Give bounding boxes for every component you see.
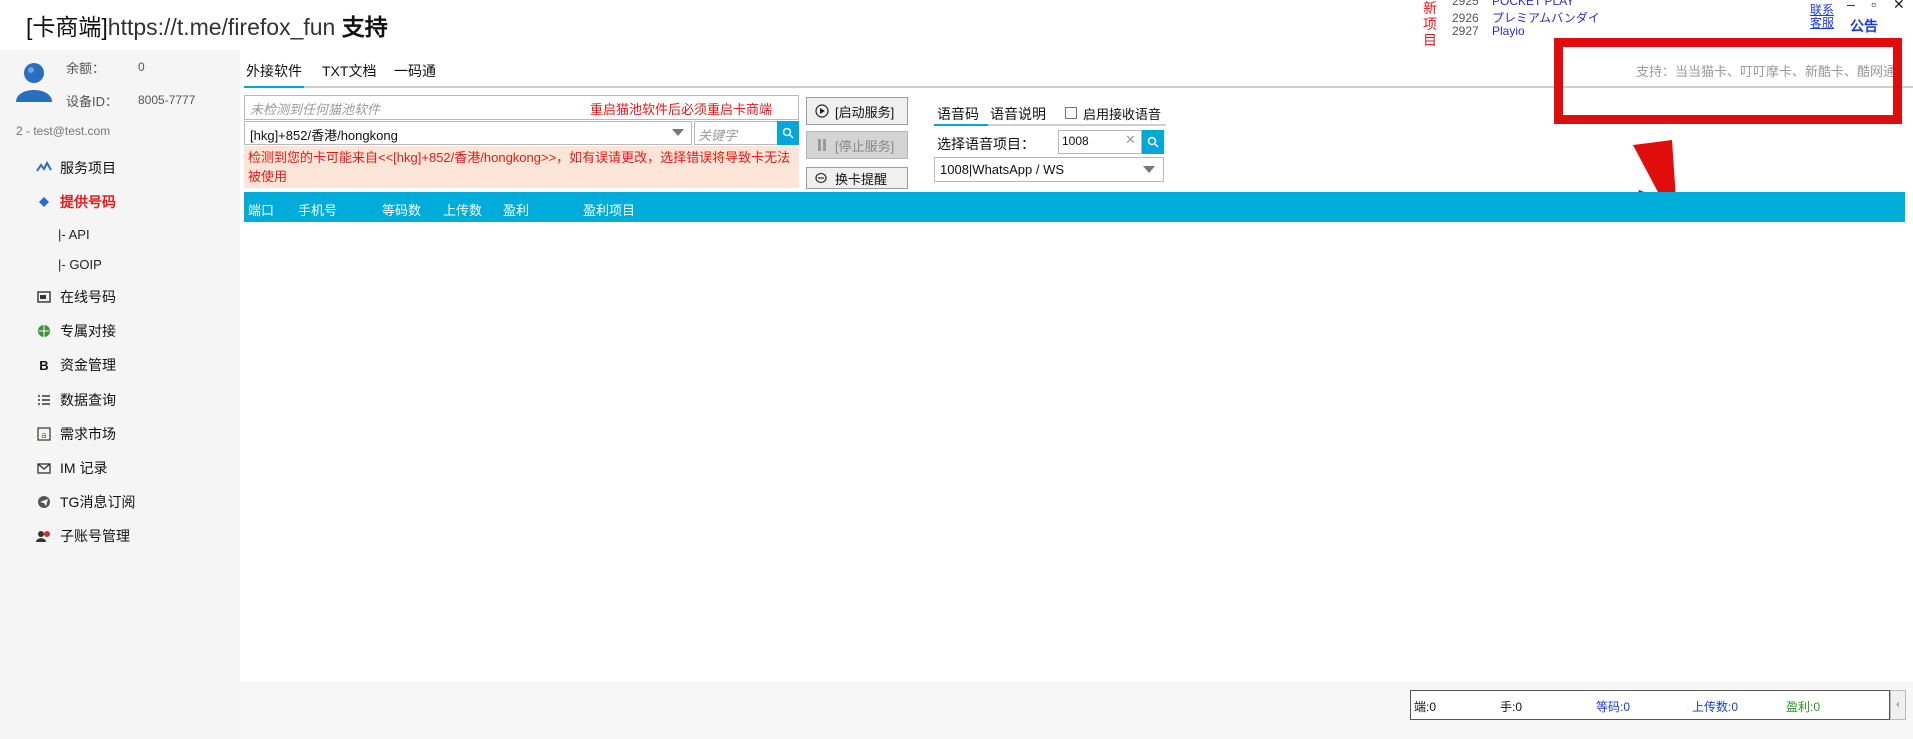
tab-voice-description[interactable]: 语音说明 (990, 104, 1046, 124)
sidebar-item-goip[interactable]: |- GOIP (58, 252, 102, 276)
voice-project-value: 1008|WhatsApp / WS (940, 162, 1065, 177)
status-uploaded-count: 上传数:0 (1692, 700, 1739, 714)
sidebar-item-label: 子账号管理 (60, 528, 130, 544)
restart-warning: 重启猫池软件后必须重启卡商端 (590, 102, 773, 117)
voice-search-button[interactable] (1142, 130, 1164, 154)
telegram-icon (36, 494, 52, 510)
project-item[interactable]: 2927 Playio (1452, 24, 1525, 38)
avatar-icon (14, 60, 54, 102)
tab-active-indicator (244, 86, 304, 88)
status-profit-count: 盈利:0 (1786, 700, 1821, 714)
sidebar-item-demand-market[interactable]: a 需求市场 (36, 422, 116, 446)
column-header-phone[interactable]: 手机号 (298, 200, 337, 219)
contact-support-link[interactable]: 联系客服 (1807, 4, 1837, 30)
swap-card-reminder-button[interactable]: 换卡提醒 (806, 167, 908, 189)
sidebar-item-label: 资金管理 (60, 357, 116, 373)
sidebar-item-label: 提供号码 (60, 194, 116, 210)
sidebar-item-provide-numbers[interactable]: 提供号码 (36, 190, 116, 214)
app-title: [卡商端]https://t.me/firefox_fun 支持 (26, 8, 388, 42)
sidebar-item-label: 数据查询 (60, 392, 116, 408)
globe-icon (36, 323, 52, 339)
diamond-icon (36, 194, 52, 210)
sidebar-item-im-records[interactable]: IM 记录 (36, 456, 107, 480)
tab-voice-code[interactable]: 语音码 (937, 104, 979, 124)
play-icon (815, 104, 829, 118)
sidebar-item-label: 专属对接 (60, 323, 116, 339)
sidebar-item-label: |- GOIP (58, 256, 102, 272)
status-scroll-arrow-icon[interactable]: ‹ (1890, 690, 1906, 720)
restore-button[interactable]: ▫ (1871, 0, 1876, 12)
chevron-down-icon[interactable] (1143, 166, 1155, 174)
list-icon (36, 392, 52, 408)
column-header-waiting[interactable]: 等码数 (382, 200, 421, 219)
software-status-placeholder: 未检测到任何猫池软件 (250, 102, 381, 117)
start-service-button[interactable]: [启动服务] (806, 97, 908, 125)
announcement-link[interactable]: 公告 (1850, 16, 1878, 36)
table-header (244, 192, 1905, 222)
pause-icon (815, 138, 829, 152)
sidebar-item-label: 服务项目 (60, 160, 116, 176)
chevron-down-icon[interactable] (672, 129, 684, 137)
app-support-label: 支持 (341, 14, 388, 40)
column-header-profit[interactable]: 盈利 (503, 200, 529, 219)
voice-search-value: 1008 (1062, 134, 1089, 148)
balance-value: 0 (138, 60, 145, 74)
svg-text:a: a (41, 431, 47, 441)
sidebar-item-exclusive-docking[interactable]: 专属对接 (36, 319, 116, 343)
minimize-button[interactable]: – (1847, 0, 1855, 12)
sidebar-item-tg-subscription[interactable]: TG消息订阅 (36, 490, 135, 514)
mail-icon (36, 460, 52, 476)
sidebar-item-sub-accounts[interactable]: 子账号管理 (36, 524, 130, 548)
highlight-box (1554, 38, 1902, 124)
new-projects-tag: 新项目 (1423, 0, 1437, 48)
users-icon (36, 528, 52, 544)
bitcoin-icon: B (39, 357, 49, 373)
sidebar-item-funds[interactable]: B 资金管理 (36, 353, 116, 377)
sidebar-item-online-numbers[interactable]: 在线号码 (36, 285, 116, 309)
search-icon (1147, 136, 1159, 148)
app-brand: [卡商端] (26, 14, 108, 40)
card-origin-warning: 检测到您的卡可能来自<<[hkg]+852/香港/hongkong>>，如有误请… (244, 146, 799, 188)
status-phone-count: 手:0 (1500, 700, 1523, 714)
sidebar-item-service-projects[interactable]: 服务项目 (36, 156, 116, 180)
tab-one-code[interactable]: 一码通 (394, 61, 436, 81)
column-header-uploaded[interactable]: 上传数 (443, 200, 482, 219)
user-account-line: 2 - test@test.com (16, 124, 111, 138)
clear-icon[interactable]: ✕ (1125, 132, 1136, 148)
sim-icon (36, 289, 52, 305)
tab-external-software[interactable]: 外接软件 (246, 61, 302, 81)
table-body (244, 222, 1905, 682)
column-header-profit-project[interactable]: 盈利项目 (583, 200, 635, 219)
service-icon (36, 160, 52, 176)
search-icon (782, 127, 794, 139)
sidebar-item-label: IM 记录 (60, 460, 108, 476)
voice-project-label: 选择语音项目： (937, 136, 1035, 152)
status-port-count: 端:0 (1414, 700, 1437, 714)
sidebar-item-api[interactable]: |- API (58, 222, 90, 246)
tab-txt-document[interactable]: TXT文档 (322, 61, 376, 81)
sidebar-item-label: |- API (58, 226, 90, 242)
device-id-value: 8005-7777 (138, 93, 196, 107)
bell-icon (815, 171, 829, 185)
region-select-value: [hkg]+852/香港/hongkong (250, 128, 398, 143)
column-header-port[interactable]: 端口 (248, 200, 274, 219)
balance-label: 余额： (66, 61, 106, 76)
app-url: https://t.me/firefox_fun (107, 14, 336, 40)
sidebar-item-data-query[interactable]: 数据查询 (36, 388, 116, 412)
device-id-label: 设备ID： (66, 94, 119, 109)
enable-voice-checkbox[interactable] (1065, 107, 1077, 119)
sidebar-item-label: 在线号码 (60, 289, 116, 305)
enable-voice-label: 启用接收语音 (1083, 107, 1162, 122)
stop-service-button[interactable]: [停止服务] (806, 131, 908, 159)
keyword-placeholder: 关键字 (698, 128, 738, 143)
voice-tab-active-indicator (934, 124, 988, 126)
sidebar-item-label: 需求市场 (60, 426, 116, 442)
market-icon: a (36, 426, 52, 442)
keyword-search-button[interactable] (777, 121, 799, 145)
sidebar-item-label: TG消息订阅 (60, 494, 136, 510)
project-item[interactable]: 2925 POCKET PLAY (1452, 0, 1574, 8)
status-waiting-count: 等码:0 (1596, 700, 1631, 714)
close-button[interactable]: ✕ (1893, 0, 1905, 13)
